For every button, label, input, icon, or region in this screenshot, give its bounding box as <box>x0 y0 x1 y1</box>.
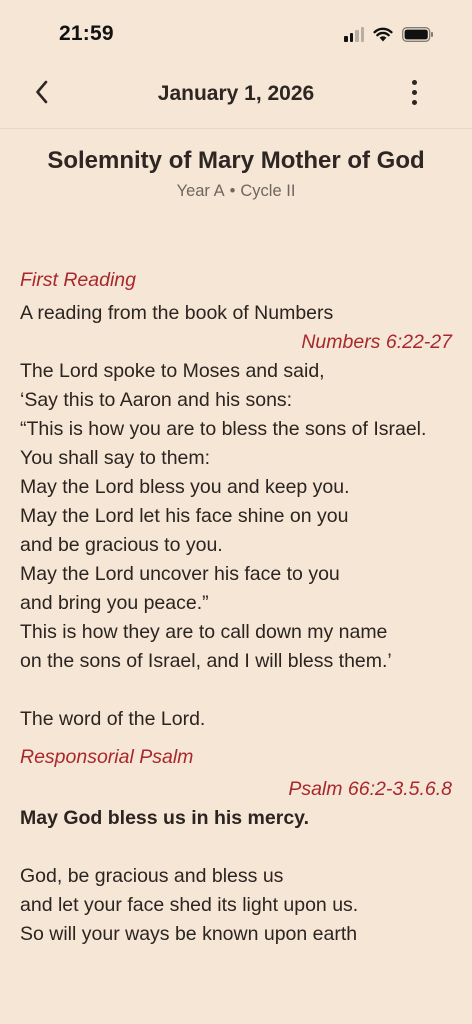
reading-line: “This is how you are to bless the sons o… <box>20 418 427 440</box>
reading-line: The Lord spoke to Moses and said, <box>20 360 325 382</box>
more-dot <box>411 99 417 105</box>
liturgical-year: Year A <box>176 182 225 200</box>
psalm-line: and let your face shed its light upon us… <box>20 894 359 916</box>
separator-dot: • <box>229 182 236 200</box>
more-dot <box>411 79 417 85</box>
cellular-signal-icon <box>344 26 364 42</box>
first-reading-label: First Reading <box>20 269 136 291</box>
status-bar: 21:59 <box>0 0 472 60</box>
wifi-icon <box>373 27 393 41</box>
more-options-button[interactable] <box>400 74 428 110</box>
psalm-line: God, be gracious and bless us <box>20 865 284 887</box>
reading-line: and be gracious to you. <box>20 534 223 556</box>
reading-line: May the Lord let his face shine on you <box>20 505 349 527</box>
feast-subtitle: Year A • Cycle II <box>0 182 472 201</box>
psalm-label: Responsorial Psalm <box>20 746 194 768</box>
first-reading-citation: Numbers 6:22-27 <box>301 331 452 353</box>
first-reading-intro: A reading from the book of Numbers <box>20 302 334 324</box>
readings-content[interactable]: First Reading A reading from the book of… <box>20 268 452 949</box>
feast-title: Solemnity of Mary Mother of God <box>47 147 425 174</box>
more-dot <box>411 89 417 95</box>
reading-line: and bring you peace.” <box>20 592 209 614</box>
reading-line: on the sons of Israel, and I will bless … <box>20 650 392 672</box>
psalm-citation: Psalm 66:2-3.5.6.8 <box>288 778 452 800</box>
navigation-bar: January 1, 2026 <box>0 60 472 129</box>
battery-icon <box>402 26 433 42</box>
reading-line: You shall say to them: <box>20 447 211 469</box>
reading-line: May the Lord uncover his face to you <box>20 563 340 585</box>
status-icons <box>344 26 434 42</box>
reading-line: ‘Say this to Aaron and his sons: <box>20 389 293 411</box>
psalm-response: May God bless us in his mercy. <box>20 807 309 829</box>
first-reading-closing: The word of the Lord. <box>20 708 206 730</box>
status-time: 21:59 <box>59 22 114 45</box>
psalm-line: So will your ways be known upon earth <box>20 923 358 945</box>
reading-line: This is how they are to call down my nam… <box>20 621 388 643</box>
reading-line: May the Lord bless you and keep you. <box>20 476 350 498</box>
weekday-cycle: Cycle II <box>240 182 296 200</box>
